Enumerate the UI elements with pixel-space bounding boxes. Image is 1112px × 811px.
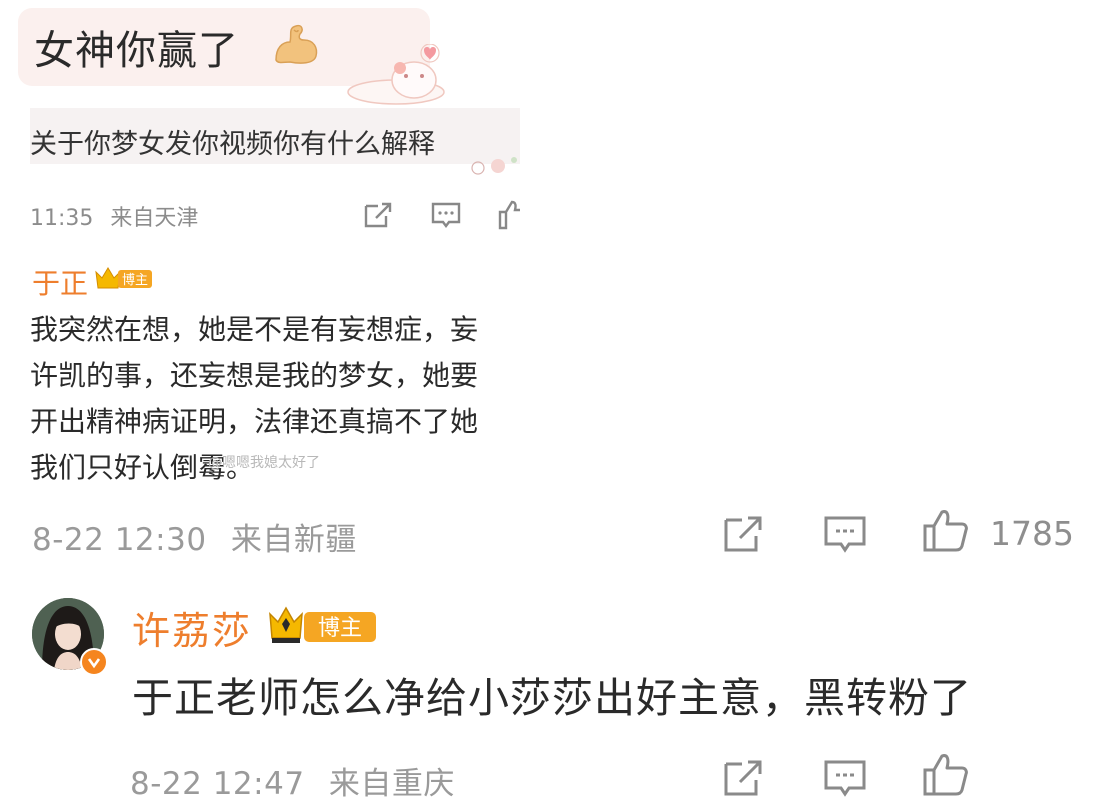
- comment-location: 来自新疆: [230, 522, 357, 558]
- embedded-author-name: 于正: [32, 267, 89, 300]
- embedded-comment-line: 开出精神病证明，法律还真搞不了她: [30, 405, 479, 438]
- comment-date: 8-22 12:30: [32, 522, 207, 558]
- blogger-badge: 博主: [95, 267, 152, 289]
- reply-meta: 8-22 12:47 来自重庆: [130, 758, 455, 803]
- comment-icon[interactable]: [822, 512, 868, 556]
- like-icon[interactable]: [498, 200, 520, 230]
- like-count: 1785: [990, 514, 1074, 553]
- blogger-badge: 博主: [269, 606, 376, 643]
- flexed-biceps-icon: [275, 24, 318, 64]
- reply-author-name[interactable]: 许荔莎: [132, 600, 252, 655]
- sticker-decoration-icon: [471, 157, 517, 175]
- reply-text: 于正老师怎么净给小莎莎出好主意，黑转粉了: [132, 674, 972, 722]
- embedded-meta: 11:35 来自天津: [30, 200, 198, 232]
- embedded-comment-line: 我突然在想，她是不是有妄想症，妄: [30, 313, 479, 346]
- embedded-quote-text: 关于你梦女发你视频你有什么解释: [30, 129, 435, 160]
- share-icon[interactable]: [720, 756, 766, 800]
- embedded-badge-label: 博主: [122, 273, 148, 288]
- like-icon[interactable]: [922, 508, 968, 552]
- embedded-comment-line: 许凯的事，还妄想是我的梦女，她要: [30, 359, 479, 392]
- reply-date: 8-22 12:47: [130, 766, 305, 802]
- cat-sticker-icon: [347, 44, 445, 105]
- watermark: @嗯嗯我媳太好了: [208, 455, 320, 471]
- verified-icon: [80, 648, 108, 676]
- reply-location: 来自重庆: [328, 766, 455, 802]
- share-icon[interactable]: [720, 512, 766, 556]
- embedded-time: 11:35: [30, 206, 94, 231]
- embedded-location: 来自天津: [110, 206, 199, 231]
- verified-check-icon: [87, 658, 101, 669]
- share-icon[interactable]: [362, 200, 394, 230]
- comment-meta: 8-22 12:30 来自新疆: [32, 514, 357, 559]
- comment-icon[interactable]: [822, 756, 868, 800]
- reply-badge-label: 博主: [318, 616, 362, 641]
- comment-icon[interactable]: [430, 200, 462, 230]
- like-icon[interactable]: [922, 752, 968, 796]
- embedded-bubble-text: 女神你赢了: [34, 28, 239, 74]
